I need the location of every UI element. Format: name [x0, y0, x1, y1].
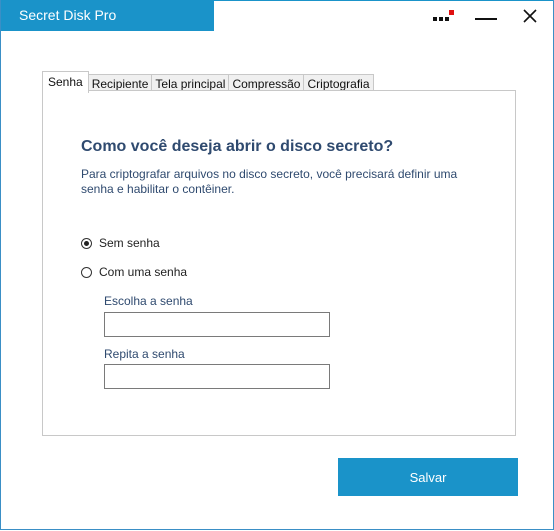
- panel-heading: Como você deseja abrir o disco secreto?: [81, 138, 394, 155]
- close-icon[interactable]: [519, 6, 541, 26]
- panel-description: Para criptografar arquivos no disco secr…: [81, 167, 458, 196]
- app-window: Secret Disk Pro Senha Recipiente Tela pr…: [0, 0, 554, 530]
- repeat-password-field[interactable]: [104, 364, 330, 389]
- radio-selected-dot: [84, 240, 89, 246]
- option-with-password-label: Com uma senha: [99, 265, 188, 279]
- password-label: Escolha a senha: [104, 294, 193, 308]
- option-with-password[interactable]: Com uma senha: [81, 265, 187, 279]
- radio-with-password[interactable]: [81, 266, 92, 278]
- option-no-password-label: Sem senha: [99, 236, 160, 250]
- minimize-icon[interactable]: [473, 6, 499, 26]
- tab-senha[interactable]: Senha: [42, 71, 89, 93]
- password-panel: Como você deseja abrir o disco secreto? …: [42, 90, 516, 436]
- title-bar-line: [214, 0, 553, 1]
- password-field[interactable]: [104, 312, 330, 337]
- window-title: Secret Disk Pro: [1, 0, 214, 31]
- save-button[interactable]: Salvar: [338, 458, 518, 496]
- dots-menu-icon[interactable]: [429, 6, 457, 26]
- repeat-password-label: Repita a senha: [104, 347, 185, 361]
- option-no-password[interactable]: Sem senha: [81, 236, 160, 250]
- tab-strip: Senha Recipiente Tela principal Compress…: [42, 70, 374, 93]
- radio-no-password[interactable]: [81, 237, 92, 249]
